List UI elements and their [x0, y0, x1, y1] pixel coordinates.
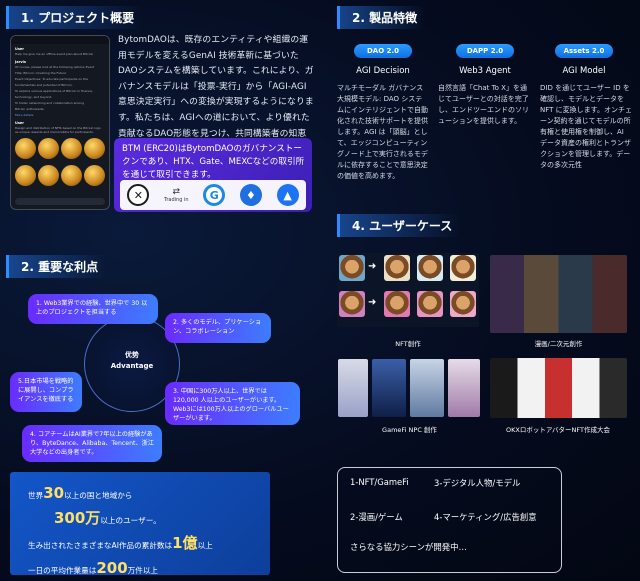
- chat-user-name: User: [15, 121, 25, 125]
- product-desc-web3-agent: 自然言語「Chat To X」を通じてユーザーとの対話を完了し、エンドツーエンド…: [438, 84, 529, 125]
- manga-creation-caption: 漫画/二次元創作: [534, 340, 583, 348]
- stat-countries: 世界30以上の国と地域から: [28, 484, 133, 502]
- bitcoin-nft-image: [38, 165, 59, 186]
- nft-creation-caption: NFT創作: [395, 340, 421, 348]
- coop-item-marketing: 4-マーケティング/広告創意: [434, 512, 537, 522]
- product-desc-agi-model: DID を通じてユーザー ID を確認し、モデルとデータを NFT に変換します…: [540, 84, 632, 169]
- product-name-web3-agent: Web3 Agent: [459, 66, 511, 76]
- exchange-logo-strip: ✕ ⇄ Trading in G ♦ ▲: [120, 180, 306, 210]
- features-title: 2. 製品特徴: [337, 6, 426, 29]
- coop-item-manga-game: 2-漫画/ゲーム: [350, 512, 403, 522]
- coop-item-digital-human: 3-デジタル人物/モデル: [434, 478, 521, 488]
- btm-token-box: BTM (ERC20)はBytomDAOのガバナンストークンであり、HTX、Ga…: [114, 138, 312, 212]
- nft-variant-image: [384, 255, 410, 281]
- benefits-title: 2. 重要な利点: [6, 255, 107, 278]
- advantage-item-5: 5.日本市場を戦略的に展開し、コンプライアンスを徹底する: [10, 372, 82, 412]
- bitcoin-nft-image: [61, 138, 82, 159]
- coop-item-more: さらなる協力シーンが開発中…: [350, 542, 467, 552]
- mexc-logo-icon[interactable]: ▲: [276, 184, 299, 206]
- nft-coin-images: [11, 162, 109, 189]
- bytom-logo-icon: ✕: [127, 184, 150, 206]
- bitcoin-nft-image: [38, 138, 59, 159]
- dapp-badge: DAPP 2.0: [456, 44, 514, 58]
- nft-original-image: [339, 255, 365, 281]
- advantage-item-4: 4. コアチームはAI業界で7年以上の経験があり、ByteDance、Aliba…: [22, 425, 162, 462]
- overview-title: 1. プロジェクト概要: [6, 6, 143, 29]
- bitcoin-nft-image: [15, 138, 36, 159]
- advantage-item-2: 2. 多くのモデル、プリケーション、コラボレーション: [165, 313, 271, 343]
- usecases-title: 4. ユーザーケース: [337, 214, 461, 237]
- bitcoin-nft-image: [84, 138, 105, 159]
- npc-image-4: [448, 359, 480, 417]
- stat-users: 300万以上のユーザー。: [54, 509, 161, 527]
- trading-indicator: ⇄ Trading in: [164, 187, 189, 203]
- chat-user-message: Design and distribution of NFTs based on…: [15, 126, 101, 134]
- manga-creation-panel: [490, 255, 627, 333]
- nft-variant-image: [450, 291, 476, 317]
- chat-input[interactable]: [15, 198, 105, 205]
- htx-logo-icon[interactable]: G: [203, 184, 226, 206]
- nft-variant-image: [417, 255, 443, 281]
- dao-badge: DAO 2.0: [354, 44, 412, 58]
- npc-image-3: [410, 359, 444, 417]
- phone-status-bar: [11, 36, 109, 44]
- exchange-arrows-icon: ⇄: [172, 187, 181, 197]
- npc-image-1: [338, 359, 368, 417]
- nft-original-image: [339, 291, 365, 317]
- advantage-item-1: 1. Web3業界での経験、世界中で 30 以上のプロジェクトを担当する: [28, 294, 158, 324]
- stat-ai-works: 生み出されたさまざまなAI作品の累計数は1億以上: [28, 534, 213, 552]
- arrow-right-icon: ➜: [368, 297, 377, 308]
- nft-variant-image: [450, 255, 476, 281]
- npc-image-2: [372, 359, 406, 417]
- product-desc-agi-decision: マルチモーダル ガバナンス大規模モデル: DAO システムにインテリジェントで自…: [337, 84, 428, 180]
- okx-robot-caption: OKXロボットアバターNFT作成大会: [505, 426, 611, 434]
- nft-creation-panel: ➜ ➜: [337, 253, 479, 327]
- chat-bot-name: Jarvis: [15, 60, 26, 64]
- bitcoin-nft-image: [84, 165, 105, 186]
- stats-box: 世界30以上の国と地域から 300万以上のユーザー。 生み出されたさまざまなAI…: [10, 472, 270, 577]
- arrow-right-icon: ➜: [368, 261, 377, 272]
- trading-label: Trading in: [164, 197, 189, 203]
- nft-variant-image: [384, 291, 410, 317]
- assets-badge: Assets 2.0: [555, 44, 613, 58]
- okx-robot-panel: [490, 358, 627, 418]
- advantage-center-zh: 优势: [125, 351, 139, 359]
- nft-variant-image: [417, 291, 443, 317]
- stat-daily-workload: 一日の平均作業量は200万件以上: [28, 559, 159, 577]
- coop-item-nft-gamefi: 1-NFT/GameFi: [350, 477, 409, 487]
- advantage-item-3: 3. 中国に300万人以上、世界では120,000 人以上のユーザーがいます。W…: [165, 382, 300, 425]
- bitcoin-nft-image: [61, 165, 82, 186]
- product-name-agi-decision: AGI Decision: [356, 66, 410, 76]
- gate-logo-icon[interactable]: ♦: [239, 184, 262, 206]
- advantage-center-en: Advantage: [110, 362, 154, 370]
- bitcoin-nft-image: [15, 165, 36, 186]
- btm-token-text: BTM (ERC20)はBytomDAOのガバナンストークンであり、HTX、Ga…: [122, 144, 305, 180]
- product-name-agi-model: AGI Model: [562, 66, 606, 76]
- chat-user-name: User: [15, 47, 25, 51]
- nft-coin-images: [11, 135, 109, 162]
- chat-phone-screenshot: User Help me give me an offline event pl…: [10, 35, 110, 210]
- npc-creation-caption: GameFi NPC 創作: [382, 426, 437, 434]
